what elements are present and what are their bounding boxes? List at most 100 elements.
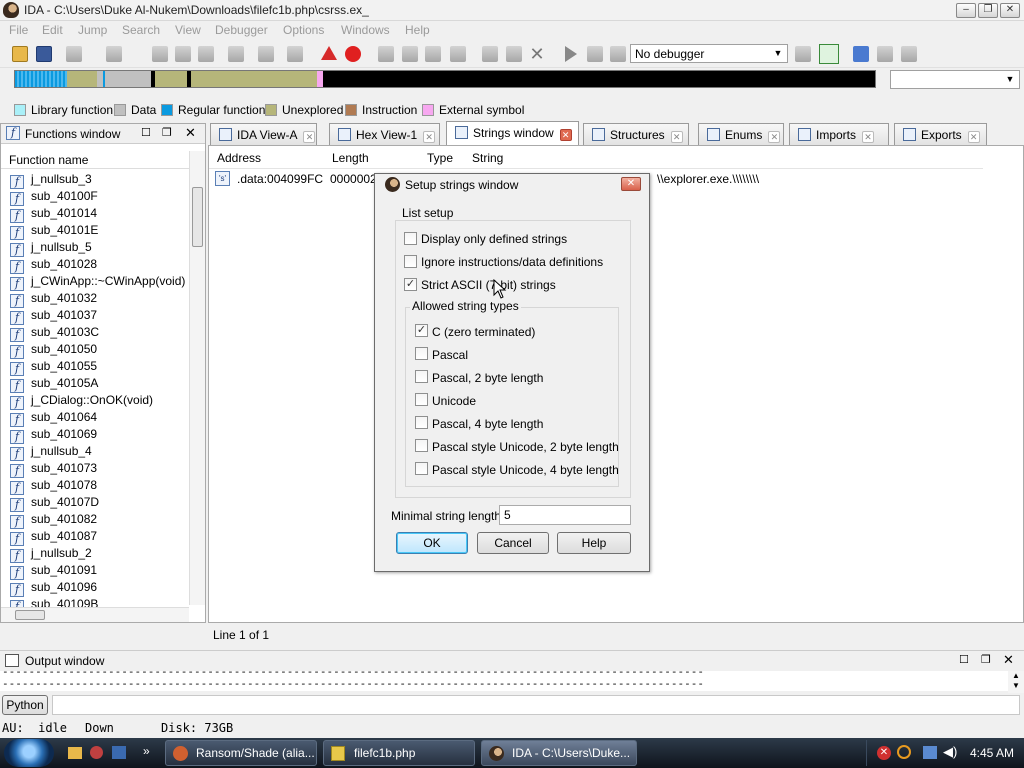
restore-icon[interactable]: ❐ xyxy=(981,653,991,666)
checkbox-strict-ascii[interactable]: ✓ xyxy=(404,278,417,291)
tray-network-icon[interactable] xyxy=(923,746,937,759)
toolbar-icon-a[interactable] xyxy=(152,46,168,62)
checkbox-unicode[interactable] xyxy=(415,393,428,406)
toolbar-icon-o[interactable] xyxy=(877,46,893,62)
tab-strings-window[interactable]: Strings window ✕ xyxy=(446,121,579,146)
quicklaunch-browser-icon[interactable] xyxy=(90,746,103,759)
menu-windows[interactable]: Windows xyxy=(341,23,390,37)
tab-hex-view-1[interactable]: Hex View-1 ✕ xyxy=(329,123,440,145)
list-item[interactable]: f sub_40107D xyxy=(10,495,99,512)
list-item[interactable]: f sub_401078 xyxy=(10,478,97,495)
list-item[interactable]: f sub_401050 xyxy=(10,342,97,359)
tray-clock[interactable]: 4:45 AM xyxy=(970,746,1014,760)
close-icon[interactable]: ✕ xyxy=(423,131,436,143)
delete-icon[interactable]: ✕ xyxy=(529,45,545,63)
list-item[interactable]: f j_nullsub_3 xyxy=(10,172,92,189)
navigation-band[interactable] xyxy=(14,70,876,88)
checkbox-display-defined[interactable] xyxy=(404,232,417,245)
min-length-input[interactable] xyxy=(499,505,631,525)
maximize-icon[interactable]: ☐ xyxy=(959,653,969,666)
list-item[interactable]: f sub_401064 xyxy=(10,410,97,427)
column-length[interactable]: Length xyxy=(332,151,369,165)
quicklaunch-desktop-icon[interactable] xyxy=(112,746,126,759)
close-icon[interactable]: ✕ xyxy=(303,131,316,143)
tab-exports[interactable]: Exports ✕ xyxy=(894,123,987,145)
ok-button[interactable]: OK xyxy=(396,532,468,554)
output-text-area[interactable]: ----------------------------------------… xyxy=(0,671,1008,691)
quicklaunch-explorer-icon[interactable] xyxy=(68,747,82,759)
column-string[interactable]: String xyxy=(472,151,503,165)
restore-icon[interactable]: ❐ xyxy=(162,126,172,139)
minimize-button[interactable]: – xyxy=(956,3,976,18)
navband-select[interactable]: ▼ xyxy=(890,70,1020,89)
checkbox-c-zero-terminated[interactable]: ✓ xyxy=(415,324,428,337)
python-input[interactable] xyxy=(52,695,1020,715)
close-window-button[interactable]: ✕ xyxy=(1000,3,1020,18)
list-item[interactable]: f sub_401032 xyxy=(10,291,97,308)
tab-enums[interactable]: Enums ✕ xyxy=(698,123,784,145)
start-button[interactable] xyxy=(4,739,54,767)
pause-icon[interactable] xyxy=(587,46,603,62)
list-item[interactable]: f j_CDialog::OnOK(void) xyxy=(10,393,153,410)
menu-edit[interactable]: Edit xyxy=(42,23,63,37)
menu-view[interactable]: View xyxy=(175,23,201,37)
column-address[interactable]: Address xyxy=(217,151,261,165)
list-item[interactable]: f sub_40105A xyxy=(10,376,98,393)
checkbox-pascal-4byte[interactable] xyxy=(415,416,428,429)
hscroll-thumb[interactable] xyxy=(15,610,45,620)
list-item[interactable]: f sub_401055 xyxy=(10,359,97,376)
list-item[interactable]: f j_nullsub_5 xyxy=(10,240,92,257)
checkbox-pascal-2byte[interactable] xyxy=(415,370,428,383)
toolbar-icon-l[interactable] xyxy=(795,46,811,62)
functions-vscrollbar[interactable] xyxy=(189,151,205,605)
list-item[interactable]: f sub_40100F xyxy=(10,189,98,206)
list-item[interactable]: f sub_401091 xyxy=(10,563,97,580)
list-item[interactable]: f sub_401082 xyxy=(10,512,97,529)
tab-structures[interactable]: Structures ✕ xyxy=(583,123,689,145)
output-scrollbar[interactable]: ▲ ▼ xyxy=(1008,671,1024,693)
menu-help[interactable]: Help xyxy=(405,23,430,37)
open-file-icon[interactable] xyxy=(12,46,28,62)
tab-ida-view-a[interactable]: IDA View-A ✕ xyxy=(210,123,317,145)
restore-button[interactable]: ❐ xyxy=(978,3,998,18)
warning-icon[interactable] xyxy=(321,46,337,60)
close-icon[interactable]: ✕ xyxy=(1003,652,1014,668)
checkbox-pascal-unicode-2byte[interactable] xyxy=(415,439,428,452)
forward-icon[interactable] xyxy=(106,46,122,62)
checkbox-pascal-unicode-4byte[interactable] xyxy=(415,462,428,475)
menu-jump[interactable]: Jump xyxy=(78,23,107,37)
toolbar-icon-m[interactable] xyxy=(819,44,839,64)
list-item[interactable]: f sub_401096 xyxy=(10,580,97,597)
toolbar-icon-p[interactable] xyxy=(901,46,917,62)
taskbar-item-ida[interactable]: IDA - C:\Users\Duke... xyxy=(481,740,637,766)
menu-file[interactable]: File xyxy=(9,23,28,37)
toolbar-icon-k[interactable] xyxy=(506,46,522,62)
column-type[interactable]: Type xyxy=(427,151,453,165)
back-icon[interactable] xyxy=(66,46,82,62)
close-icon[interactable]: ✕ xyxy=(967,131,980,143)
functions-column-header[interactable]: Function name xyxy=(1,151,189,169)
close-icon[interactable]: ✕ xyxy=(185,125,196,141)
list-item[interactable]: f sub_401087 xyxy=(10,529,97,546)
save-icon[interactable] xyxy=(36,46,52,62)
close-icon[interactable]: ✕ xyxy=(670,131,683,143)
list-item[interactable]: f sub_401037 xyxy=(10,308,97,325)
list-item[interactable]: f sub_401014 xyxy=(10,206,97,223)
help-button[interactable]: Help xyxy=(557,532,631,554)
toolbar-icon-c[interactable] xyxy=(198,46,214,62)
checkbox-pascal[interactable] xyxy=(415,347,428,360)
close-icon[interactable]: ✕ xyxy=(862,131,875,143)
toolbar-icon-n[interactable] xyxy=(853,46,869,62)
toolbar-icon-h[interactable] xyxy=(425,46,441,62)
stop-icon[interactable] xyxy=(610,46,626,62)
menu-debugger[interactable]: Debugger xyxy=(215,23,268,37)
toolbar-icon-b[interactable] xyxy=(175,46,191,62)
run-icon[interactable] xyxy=(565,46,577,62)
toolbar-icon-j[interactable] xyxy=(482,46,498,62)
list-item[interactable]: f j_nullsub_4 xyxy=(10,444,92,461)
toolbar-icon-d[interactable] xyxy=(228,46,244,62)
breakpoint-icon[interactable] xyxy=(345,46,361,62)
cancel-button[interactable]: Cancel xyxy=(477,532,549,554)
close-icon[interactable]: ✕ xyxy=(768,131,781,143)
toolbar-icon-i[interactable] xyxy=(450,46,466,62)
